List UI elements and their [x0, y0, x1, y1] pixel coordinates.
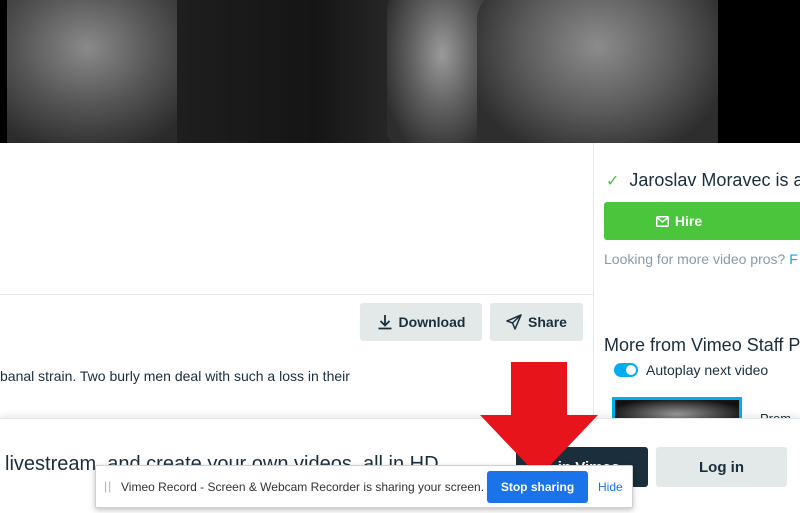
video-frame[interactable]: [7, 0, 718, 143]
annotation-arrow-icon: [480, 362, 598, 477]
pros-link[interactable]: F: [789, 251, 798, 267]
video-pros-prompt: Looking for more video pros? F: [604, 251, 798, 267]
hire-button[interactable]: Hire: [604, 202, 800, 240]
check-icon: ✓: [606, 172, 620, 190]
share-icon: [506, 314, 522, 330]
share-message: Vimeo Record - Screen & Webcam Recorder …: [121, 480, 485, 494]
envelope-icon: [655, 215, 669, 227]
screen-share-bar: || Vimeo Record - Screen & Webcam Record…: [95, 465, 633, 508]
hire-label: Hire: [674, 213, 703, 229]
autoplay-label: Autoplay next video: [646, 362, 769, 378]
download-label: Download: [398, 314, 466, 330]
more-from-heading: More from Vimeo Staff P: [604, 335, 800, 355]
hide-link[interactable]: Hide: [598, 480, 623, 494]
stop-sharing-button[interactable]: Stop sharing: [487, 471, 588, 503]
availability-text: Jaroslav Moravec is a: [629, 170, 800, 190]
video-scene-shadow: [177, 0, 407, 143]
download-icon: [378, 315, 392, 330]
login-button[interactable]: Log in: [656, 447, 787, 487]
availability-row: ✓ Jaroslav Moravec is a: [606, 170, 800, 191]
pros-text: Looking for more video pros?: [604, 251, 790, 267]
next-video-thumbnail[interactable]: [612, 397, 742, 418]
content-divider: [0, 294, 593, 295]
video-player[interactable]: [0, 0, 800, 143]
autoplay-toggle[interactable]: [614, 363, 638, 377]
video-scene-seat-right: [477, 0, 718, 143]
login-label: Log in: [699, 458, 744, 476]
drag-handle-icon[interactable]: ||: [104, 479, 112, 493]
share-label: Share: [528, 314, 567, 330]
stop-sharing-label: Stop sharing: [500, 480, 575, 494]
share-button[interactable]: Share: [490, 303, 583, 341]
download-button[interactable]: Download: [360, 303, 482, 341]
